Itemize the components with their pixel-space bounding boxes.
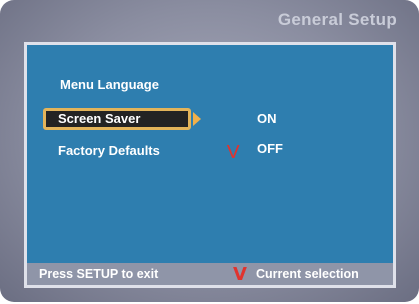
- exit-hint: Press SETUP to exit: [39, 267, 159, 281]
- menu-item-menu-language[interactable]: Menu Language: [60, 77, 159, 92]
- arrow-right-icon: [193, 112, 201, 126]
- setup-panel: Menu Language Screen Saver Factory Defau…: [24, 42, 396, 288]
- menu-item-screen-saver[interactable]: Screen Saver: [43, 108, 191, 130]
- status-bar: Press SETUP to exit V Current selection: [27, 263, 393, 285]
- option-off[interactable]: OFF: [257, 141, 283, 156]
- legend-label: Current selection: [256, 267, 359, 281]
- checkmark-icon: V: [226, 142, 240, 163]
- checkmark-icon: V: [233, 264, 247, 285]
- menu-item-factory-defaults[interactable]: Factory Defaults: [58, 143, 160, 158]
- option-on[interactable]: ON: [257, 111, 277, 126]
- page-title: General Setup: [277, 10, 397, 29]
- osd-window: General Setup Menu Language Screen Saver…: [0, 0, 419, 302]
- menu-item-label: Screen Saver: [58, 111, 141, 126]
